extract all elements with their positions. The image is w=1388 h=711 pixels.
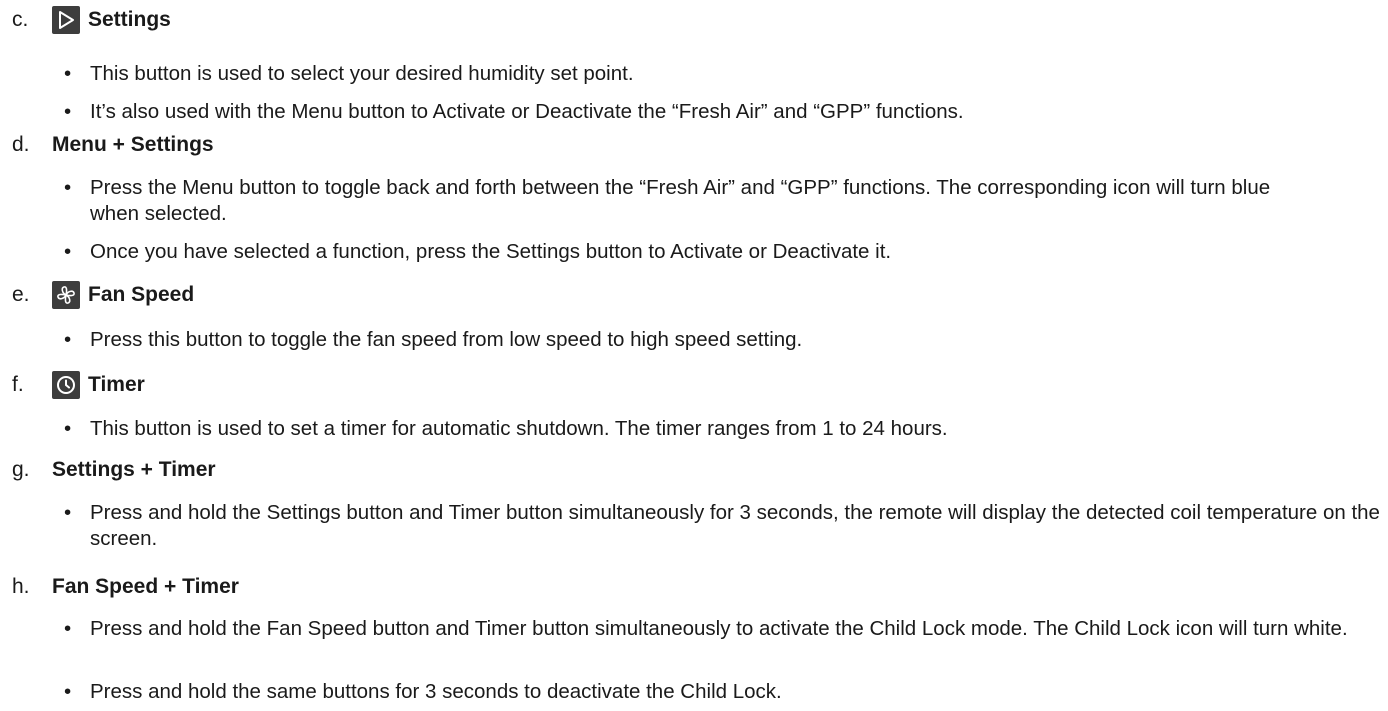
list-item: • Press and hold the Settings button and … xyxy=(64,501,1380,550)
section-title: Settings xyxy=(88,8,171,31)
clock-icon xyxy=(52,371,80,399)
list-item: • Press and hold the Fan Speed button and… xyxy=(64,617,1348,640)
section-letter: d. xyxy=(12,133,30,156)
list-item: • Once you have selected a function, pres… xyxy=(64,240,892,263)
list-item: • Press this button to toggle the fan spe… xyxy=(64,328,803,351)
manual-page: c. Settings • This button is used to sele… xyxy=(0,0,1388,711)
section-letter: f. xyxy=(12,373,24,396)
section-h-heading: h. Fan Speed + Timer xyxy=(12,573,239,601)
section-letter: h. xyxy=(12,575,30,598)
section-title: Fan Speed xyxy=(88,283,195,306)
section-g-heading: g. Settings + Timer xyxy=(12,456,216,484)
fan-icon xyxy=(52,281,80,309)
list-item: • It’s also used with the Menu button to … xyxy=(64,100,964,123)
list-item: • Press and hold the same buttons for 3 s… xyxy=(64,680,782,703)
section-d-heading: d. Menu + Settings xyxy=(12,131,214,159)
section-f-heading: f. Timer xyxy=(12,371,145,399)
section-letter: c. xyxy=(12,8,29,31)
section-letter: e. xyxy=(12,283,30,306)
section-title: Fan Speed + Timer xyxy=(52,575,239,598)
section-title: Settings + Timer xyxy=(52,458,216,481)
section-letter: g. xyxy=(12,458,30,481)
section-c-heading: c. Settings xyxy=(12,6,171,34)
section-title: Timer xyxy=(88,373,145,396)
section-title: Menu + Settings xyxy=(52,133,214,156)
list-item: • This button is used to set a timer for … xyxy=(64,417,948,440)
section-e-heading: e. Fan Speed xyxy=(12,281,194,309)
list-item: • Press the Menu button to toggle back an… xyxy=(64,176,1271,225)
play-triangle-icon xyxy=(52,6,80,34)
list-item: • This button is used to select your desi… xyxy=(64,62,634,85)
